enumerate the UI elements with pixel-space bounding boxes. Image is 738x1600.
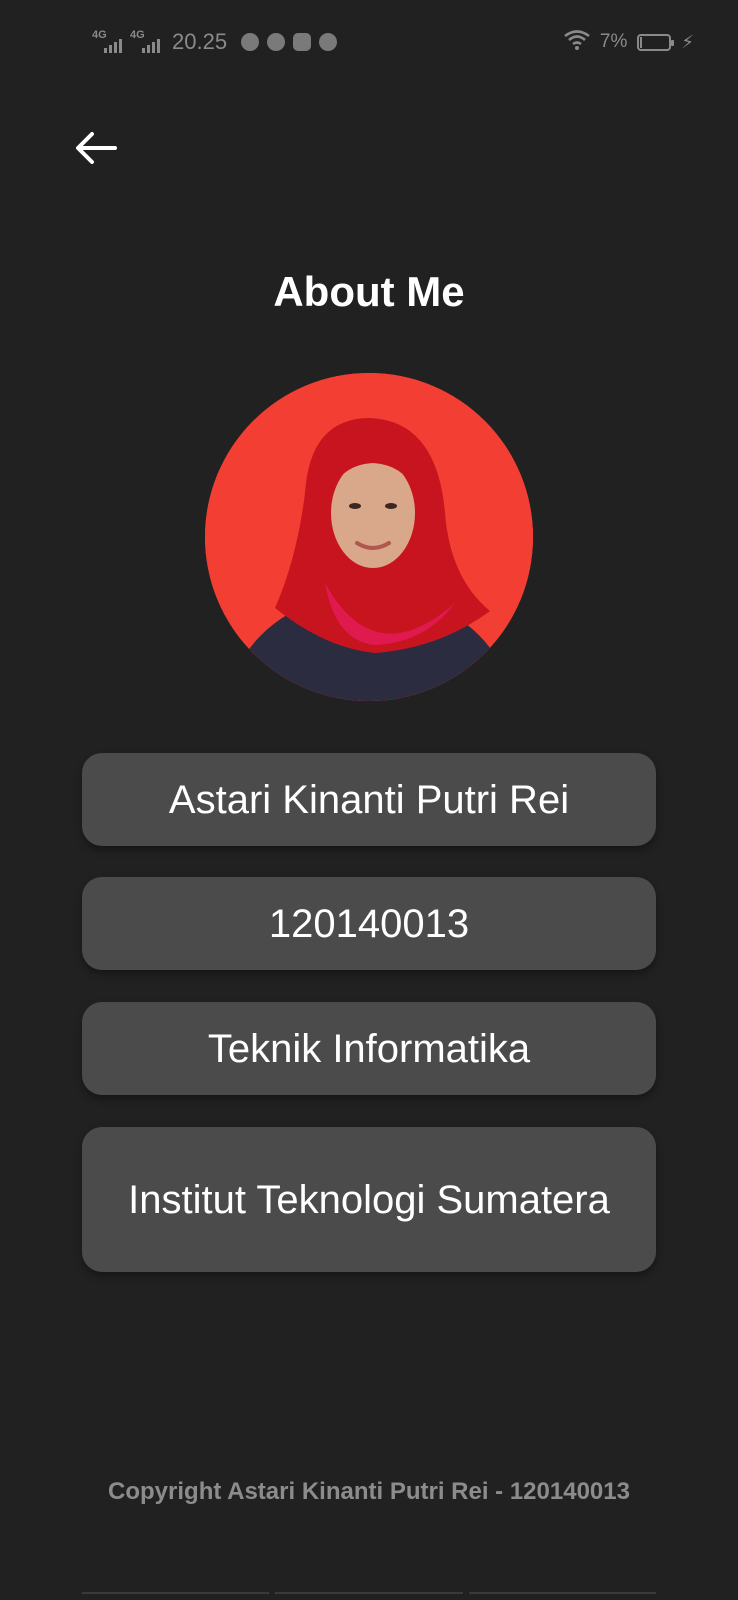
line-icon: [319, 33, 338, 51]
wifi-icon: [564, 29, 590, 55]
name-card: Astari Kinanti Putri Rei: [82, 753, 656, 846]
battery-icon: [637, 33, 675, 51]
battery-percent: 7%: [599, 31, 628, 52]
about-me-screen: 4G 4G 20.25 7% ⚡︎ About Me Astari Kinant…: [0, 0, 738, 1600]
bolt-icon: ⚡︎: [681, 31, 694, 52]
signal-icon: 4G: [92, 29, 122, 53]
network-type-label: 4G: [130, 29, 145, 41]
network-type-label: 4G: [92, 29, 107, 41]
bottom-edge-hint: [82, 1592, 656, 1600]
signal-icon: 4G: [130, 29, 160, 53]
program-card: Teknik Informatika: [82, 1002, 656, 1095]
arrow-left-icon: [76, 132, 117, 164]
discord-icon: [293, 33, 312, 51]
avatar: [205, 373, 533, 701]
copyright-text: Copyright Astari Kinanti Putri Rei - 120…: [108, 1478, 630, 1505]
status-bar-right: 7% ⚡︎: [564, 28, 694, 56]
campus-text: Institut Teknologi Sumatera: [128, 1177, 610, 1222]
campus-card: Institut Teknologi Sumatera: [82, 1127, 656, 1272]
whatsapp-business-icon: [267, 33, 286, 51]
name-text: Astari Kinanti Putri Rei: [168, 777, 570, 822]
page-title: About Me: [273, 268, 465, 315]
student-id-card: 120140013: [82, 877, 656, 970]
status-time: 20.25: [172, 29, 228, 54]
back-button[interactable]: [66, 118, 126, 178]
status-bar: 4G 4G 20.25 7% ⚡︎: [0, 0, 738, 84]
whatsapp-icon: [241, 33, 260, 51]
status-bar-left: 4G 4G 20.25: [92, 28, 338, 56]
program-text: Teknik Informatika: [207, 1026, 531, 1071]
student-id-text: 120140013: [268, 901, 470, 946]
